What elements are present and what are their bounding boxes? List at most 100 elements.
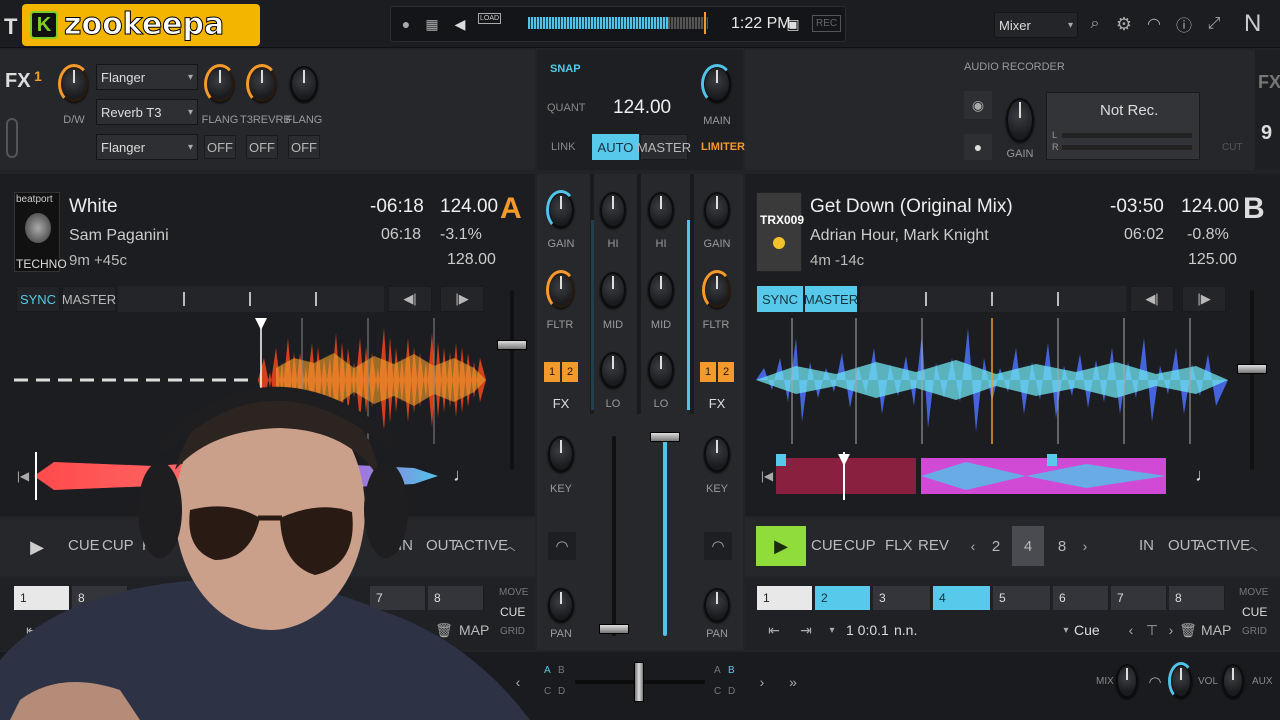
xfader-right-d[interactable]: D (728, 686, 735, 697)
rec-button[interactable]: REC (812, 15, 842, 32)
deck-b-overview-back-icon[interactable]: |◀ (758, 458, 776, 494)
link-button[interactable]: LINK (551, 141, 575, 153)
aux-knob[interactable] (1222, 664, 1244, 698)
deck-a-pitch-fader[interactable] (497, 340, 527, 350)
xfader-left-d[interactable]: D (558, 686, 565, 697)
deck-a-remaining[interactable]: -06:18 (370, 196, 424, 218)
deck-b-cue-right-icon[interactable]: › (1164, 620, 1178, 640)
deck-b-loop-out-button[interactable]: OUT (1168, 537, 1200, 554)
deck-b-waveform[interactable] (756, 318, 1228, 444)
xfader-right-a[interactable]: A (714, 665, 721, 676)
deck-b-cue-select[interactable]: Cue (1074, 622, 1100, 638)
info-icon[interactable]: ⓘ (1172, 12, 1196, 36)
ch-a-filter-knob[interactable] (546, 270, 576, 310)
master-bpm[interactable]: 124.00 (613, 97, 671, 119)
deck-b-hotcue-1[interactable]: 1 (757, 586, 813, 610)
load-icon[interactable]: LOAD (478, 13, 502, 24)
dw-knob[interactable] (58, 64, 90, 104)
deck-b-master-button[interactable]: MASTER (804, 286, 858, 312)
deck-b-position-chevron-icon[interactable]: ▾ (826, 622, 838, 638)
fullscreen-icon[interactable]: ⤢ (1202, 12, 1226, 36)
ch-a-lo-knob[interactable] (600, 352, 626, 388)
deck-b-move-cue[interactable]: CUE (1242, 605, 1267, 619)
deck-b-hotcue-6[interactable]: 6 (1053, 586, 1109, 610)
xfader-left-b[interactable]: B (558, 665, 565, 676)
xfader-double-right-icon[interactable]: » (784, 672, 802, 692)
ch-b-headphone-icon[interactable]: ◠ (704, 532, 732, 560)
recorder-gain-knob[interactable] (1006, 98, 1034, 142)
deck-b-cue-button[interactable]: CUE (811, 537, 843, 554)
layout-select[interactable]: Mixer (994, 12, 1078, 38)
fx-knob-1[interactable] (204, 64, 236, 104)
ch-a-key-knob[interactable] (548, 436, 574, 472)
deck-b-cue-next-icon[interactable]: ⇥ (796, 620, 816, 640)
deck-b-loop-in-button[interactable]: IN (1139, 537, 1154, 554)
fx-toggle-3[interactable]: OFF (288, 135, 320, 159)
fx-knob-3[interactable] (290, 66, 318, 102)
deck-b-loop-larger-icon[interactable]: › (1078, 536, 1092, 556)
deck-b-cup-button[interactable]: CUP (844, 537, 876, 554)
xfader-right-c[interactable]: C (714, 686, 721, 697)
snap-button[interactable]: SNAP (550, 63, 581, 75)
fx-unit-number[interactable]: 1 (34, 68, 42, 84)
deck-b-beatjump-bar[interactable] (860, 286, 1126, 312)
xfader-right-icon[interactable]: › (754, 672, 770, 692)
deck-b-loop-4[interactable]: 4 (1012, 526, 1044, 566)
ch-a-pan-knob[interactable] (548, 588, 574, 622)
master-button[interactable]: MASTER (637, 134, 691, 160)
deck-b-loop-2[interactable]: 2 (982, 526, 1010, 566)
record-icon[interactable]: ● (964, 134, 992, 160)
fx-select-3[interactable]: Flanger (96, 134, 198, 160)
ch-b-fx-2-button[interactable]: 2 (718, 362, 734, 382)
deck-b-loop-8[interactable]: 8 (1048, 526, 1076, 566)
cut-button[interactable]: CUT (1222, 142, 1243, 153)
deck-a-sync-button[interactable]: SYNC (16, 286, 60, 312)
deck-b-rev-button[interactable]: REV (918, 537, 949, 554)
deck-b-hotcue-4[interactable]: 4 (933, 586, 991, 610)
xfader-left-a[interactable]: A (544, 665, 551, 676)
deck-b-collapse-icon[interactable]: ︿ (1244, 536, 1260, 556)
limiter-button[interactable]: LIMITER (701, 141, 745, 153)
deck-b-hotcue-8[interactable]: 8 (1169, 586, 1225, 610)
fx-knob-2[interactable] (246, 64, 278, 104)
ch-a-mid-knob[interactable] (600, 272, 626, 308)
deck-b-pitch-fader[interactable] (1237, 364, 1267, 374)
ch-b-volume-fader[interactable] (650, 432, 680, 442)
speaker-icon[interactable]: ◀ (450, 14, 470, 34)
ch-a-hi-knob[interactable] (600, 192, 626, 228)
ch-b-hi-knob[interactable] (648, 192, 674, 228)
ch-b-gain-knob[interactable] (704, 192, 730, 228)
deck-a-next-button[interactable]: |▶ (440, 286, 484, 312)
deck-b-next-button[interactable]: |▶ (1182, 286, 1226, 312)
deck-b-cue-select-chevron-icon[interactable]: ▾ (1060, 622, 1072, 638)
deck-b-flx-button[interactable]: FLX (885, 537, 913, 554)
deck-b-delete-icon[interactable]: 🗑 (1179, 620, 1197, 640)
deck-b-note-icon[interactable]: ♩ (1194, 460, 1214, 490)
fx-toggle-1[interactable]: OFF (204, 135, 236, 159)
deck-b-hotcue-5[interactable]: 5 (993, 586, 1051, 610)
grid-icon[interactable]: ▦ (422, 14, 442, 34)
crossfader[interactable] (634, 662, 644, 702)
deck-b-hotcue-7[interactable]: 7 (1111, 586, 1167, 610)
fx-assign-toggle[interactable] (6, 118, 18, 158)
deck-b-sync-button[interactable]: SYNC (757, 286, 803, 312)
deck-a-prev-button[interactable]: ◀| (388, 286, 432, 312)
ch-b-pan-knob[interactable] (704, 588, 730, 622)
gear-icon[interactable]: ⚙ (1112, 12, 1136, 36)
ch-a-volume-fader[interactable] (599, 624, 629, 634)
ch-a-headphone-icon[interactable]: ◠ (548, 532, 576, 560)
deck-b-cue-prev-icon[interactable]: ⇤ (764, 620, 784, 640)
main-volume-knob[interactable] (701, 64, 733, 104)
search-icon[interactable]: ⌕ (1084, 12, 1106, 36)
fx-unit-right[interactable]: 9 (1261, 122, 1272, 145)
ch-b-filter-knob[interactable] (702, 270, 732, 310)
deck-b-cue-left-icon[interactable]: ‹ (1124, 620, 1138, 640)
ch-b-lo-knob[interactable] (648, 352, 674, 388)
xfader-right-b[interactable]: B (728, 665, 735, 676)
ch-b-key-knob[interactable] (704, 436, 730, 472)
ch-b-mid-knob[interactable] (648, 272, 674, 308)
deck-b-prev-button[interactable]: ◀| (1130, 286, 1174, 312)
xfader-left-c[interactable]: C (544, 686, 551, 697)
deck-b-play-button[interactable]: ▶ (756, 526, 806, 566)
deck-b-cue-marker-icon[interactable]: ⊤ (1144, 620, 1160, 640)
